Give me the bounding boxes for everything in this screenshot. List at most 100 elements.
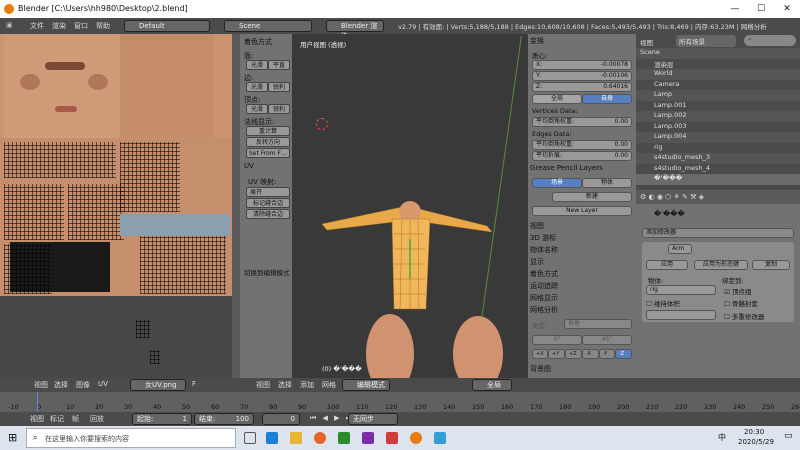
vertex-bevel-weight-field[interactable]: 平均倒角权重: 0.00: [532, 117, 632, 127]
outliner-view-menu[interactable]: 视图: [640, 39, 653, 47]
properties-tab-icons[interactable]: ⚙ ◐ ◉ ⬡ ⚘ ✎ ⚒ ◈: [640, 193, 704, 201]
face-flat-button[interactable]: 平直: [268, 60, 290, 70]
apply-shape-button[interactable]: 应用为形态键: [694, 260, 748, 270]
maximize-button[interactable]: ☐: [748, 0, 774, 18]
multi-modifier-checkbox[interactable]: ☐ 多重修改器: [724, 311, 764, 321]
copy-button[interactable]: 复制: [752, 260, 790, 270]
edge-smooth-button[interactable]: 光滑: [246, 82, 268, 92]
character-model[interactable]: [292, 34, 528, 378]
screen-layout-select[interactable]: Default: [124, 20, 210, 32]
outliner-row-mesh4[interactable]: s4studio_mesh_4: [636, 164, 800, 175]
outliner-row-mesh3[interactable]: s4studio_mesh_3: [636, 153, 800, 164]
transform-header[interactable]: 变换: [530, 36, 634, 47]
app-icon-4[interactable]: [434, 432, 446, 444]
shading-header[interactable]: 着色方式: [244, 37, 272, 47]
max-angle-field[interactable]: 45°: [582, 335, 632, 345]
firefox-icon[interactable]: [314, 432, 326, 444]
file-explorer-icon[interactable]: [290, 432, 302, 444]
close-button[interactable]: ✕: [774, 0, 800, 18]
section-mesh-display[interactable]: 网格显示: [530, 293, 634, 304]
face-smooth-button[interactable]: 光滑: [246, 60, 268, 70]
taskbar-search-box[interactable]: ⌕ 在这里输入你要搜索的内容: [26, 428, 236, 448]
start-frame-field[interactable]: 起始: 1: [132, 413, 192, 425]
edge-sharp-button[interactable]: 锐利: [268, 82, 290, 92]
current-frame-field[interactable]: 0: [262, 413, 300, 425]
flip-normals-button[interactable]: 反转方向: [246, 137, 290, 147]
edge-browser-icon[interactable]: [266, 432, 278, 444]
outliner-filter-select[interactable]: 所有场景: [676, 35, 736, 47]
outliner-search-input[interactable]: ⌕: [744, 35, 796, 46]
uv-header[interactable]: UV: [244, 162, 254, 170]
vertex-groups-checkbox[interactable]: ☑ 顶点组: [724, 286, 751, 296]
set-from-faces-button[interactable]: Set From F…: [246, 148, 290, 158]
background-images-header[interactable]: 背景图: [530, 364, 634, 375]
type-select[interactable]: 悬垂: [564, 319, 632, 329]
axis-nx[interactable]: -X: [582, 349, 599, 359]
blender-taskbar-icon[interactable]: [410, 432, 422, 444]
grease-pencil-header[interactable]: Grease Pencil Layers: [530, 164, 634, 175]
mode-select[interactable]: 编辑模式: [342, 379, 390, 391]
modifier-name-field[interactable]: Arm: [668, 244, 692, 254]
section-item[interactable]: 物体名称: [530, 245, 634, 256]
tl-menu-view[interactable]: 视图: [30, 414, 44, 424]
gp-scene-tab[interactable]: 场景: [532, 178, 582, 188]
vp-menu-add[interactable]: 添加: [300, 380, 314, 390]
fake-user-toggle[interactable]: F: [192, 380, 196, 388]
recalc-normals-button[interactable]: 重计算: [246, 126, 290, 136]
uv-image-editor[interactable]: [0, 34, 232, 378]
menu-help[interactable]: 帮助: [96, 21, 110, 31]
axis-nz[interactable]: -Z: [615, 349, 632, 359]
uv-menu-uv[interactable]: UV: [98, 380, 108, 388]
menu-window[interactable]: 窗口: [74, 21, 88, 31]
object-rig-field[interactable]: rig: [646, 285, 716, 295]
gp-object-tab[interactable]: 物体: [582, 178, 632, 188]
new-layer-button[interactable]: New Layer: [532, 206, 632, 216]
min-angle-field[interactable]: 0°: [532, 335, 582, 345]
menu-render[interactable]: 渲染: [52, 21, 66, 31]
transform-orientation-select[interactable]: 全局: [472, 379, 512, 391]
tl-menu-playback[interactable]: 回放: [90, 414, 104, 424]
global-toggle[interactable]: 全局: [532, 94, 582, 104]
clear-seam-button[interactable]: 清除缝合边: [246, 209, 290, 219]
vp-menu-mesh[interactable]: 网格: [322, 380, 336, 390]
section-display[interactable]: 显示: [530, 257, 634, 268]
section-shading[interactable]: 着色方式: [530, 269, 634, 280]
section-view[interactable]: 视图: [530, 221, 634, 232]
uv-menu-select[interactable]: 选择: [54, 380, 68, 390]
uv-menu-image[interactable]: 图像: [76, 380, 90, 390]
axis-pz[interactable]: +Z: [565, 349, 582, 359]
uv-image-select[interactable]: 女UV.png: [130, 379, 186, 391]
median-x-field[interactable]: X: -0.00078: [532, 60, 632, 70]
scene-select[interactable]: Scene: [224, 20, 312, 32]
notification-icon[interactable]: ▭: [784, 431, 793, 441]
vertex-sharp-button[interactable]: 锐利: [268, 104, 290, 114]
add-modifier-select[interactable]: 添加修改器: [642, 228, 794, 238]
gp-new-button[interactable]: 新建: [552, 192, 632, 202]
outliner-row-lamp002[interactable]: Lamp.002: [636, 111, 800, 122]
axis-ny[interactable]: -Y: [599, 349, 615, 359]
task-view-icon[interactable]: [244, 432, 256, 444]
tl-menu-frame[interactable]: 帧: [72, 414, 79, 424]
app-icon-2[interactable]: [362, 432, 374, 444]
start-button-icon[interactable]: ⊞: [8, 431, 17, 444]
sync-select[interactable]: 无同步: [348, 413, 398, 425]
outliner-row-lamp003[interactable]: Lamp.003: [636, 122, 800, 133]
outliner-row-active[interactable]: �'���: [636, 174, 800, 185]
app-icon-3[interactable]: [386, 432, 398, 444]
outliner-row-lamp[interactable]: Lamp: [636, 90, 800, 101]
outliner-row-renderlayers[interactable]: 渲染层: [636, 59, 800, 70]
axis-py[interactable]: +Y: [548, 349, 565, 359]
menu-file[interactable]: 文件: [30, 21, 44, 31]
section-mesh-analysis[interactable]: 网格分析: [530, 305, 634, 316]
current-frame-marker[interactable]: [37, 392, 38, 412]
mark-seam-button[interactable]: 标记缝合边: [246, 198, 290, 208]
outliner-row-scene[interactable]: Scene: [636, 48, 800, 59]
bone-envelopes-checkbox[interactable]: ☐ 骨骼封套: [724, 298, 758, 308]
end-frame-field[interactable]: 结束: 100: [194, 413, 254, 425]
preserve-volume-checkbox[interactable]: ☐ 维持体积: [646, 298, 680, 308]
3d-viewport[interactable]: 用户视图 (透视) (0) �'���: [292, 34, 528, 378]
local-toggle[interactable]: 自身: [582, 94, 632, 104]
editor-type-icon[interactable]: ▣: [6, 21, 13, 29]
vp-menu-select[interactable]: 选择: [278, 380, 292, 390]
app-icon-1[interactable]: [338, 432, 350, 444]
